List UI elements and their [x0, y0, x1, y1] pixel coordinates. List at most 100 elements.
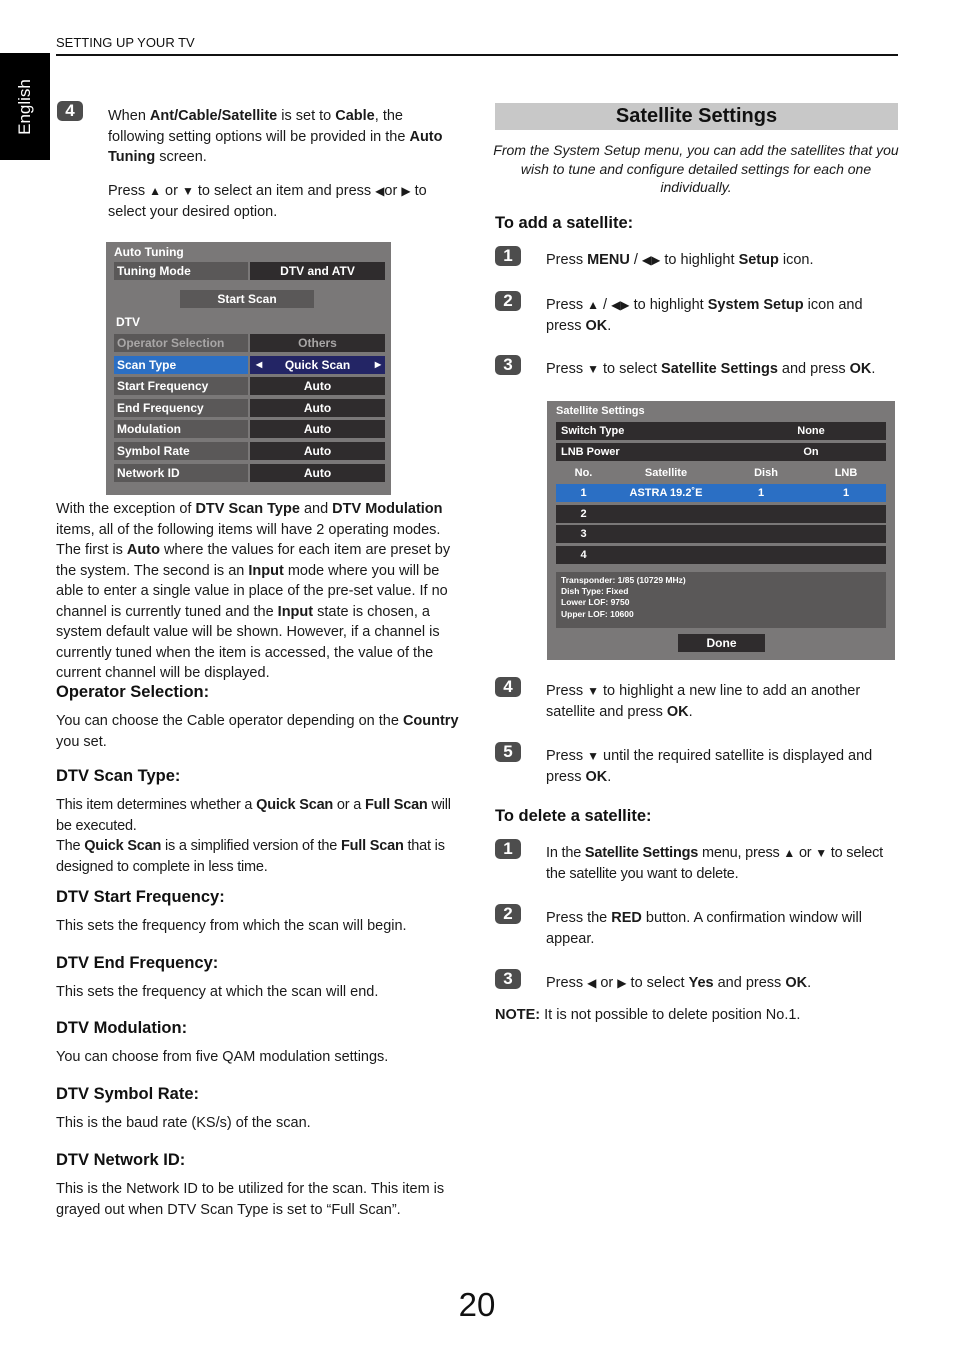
step-badge: 1	[495, 839, 521, 859]
column-header: Dish	[754, 467, 778, 479]
left-right-arrow-icon: ◀▶	[611, 298, 630, 312]
setting-row[interactable]: End Frequency Auto	[114, 399, 385, 417]
setting-row[interactable]: Network ID Auto	[114, 464, 385, 482]
setting-row: Operator Selection Others	[114, 334, 385, 352]
row-label: Start Frequency	[114, 377, 248, 395]
heading-dtv-modulation: DTV Modulation:	[56, 1019, 188, 1037]
transponder-info: Transponder: 1/85 (10729 MHz) Dish Type:…	[556, 572, 886, 628]
row-value: Auto	[250, 464, 385, 482]
step4-instruction: Press ▲ or ▼ to select an item and press…	[108, 183, 427, 220]
operator-selection-text: You can choose the Cable operator depend…	[56, 713, 459, 750]
section-title: Satellite Settings	[495, 103, 898, 130]
heading-delete-satellite: To delete a satellite:	[495, 807, 652, 825]
row-value: On	[803, 446, 819, 458]
satellite-row[interactable]: 3	[556, 525, 886, 543]
row-value-text: Auto	[303, 422, 332, 436]
dtv-network-id-text: This is the Network ID to be utilized fo…	[56, 1181, 445, 1218]
down-arrow-icon: ▼	[587, 362, 599, 376]
down-arrow-icon: ▼	[181, 184, 194, 198]
step-badge: 3	[495, 969, 521, 989]
panel-title: Auto Tuning	[114, 245, 184, 259]
step-badge: 3	[495, 355, 521, 375]
step-badge: 2	[495, 904, 521, 924]
right-arrow-icon: ▶	[401, 184, 411, 198]
row-value: Auto	[250, 420, 385, 438]
cell-satellite: ASTRA 19.2˚E	[629, 487, 703, 499]
exception-paragraph: With the exception of DTV Scan Type and …	[56, 501, 451, 681]
dtv-modulation-text: You can choose from five QAM modulation …	[56, 1049, 389, 1065]
row-value-text: Auto	[303, 379, 332, 393]
row-value: Auto	[250, 377, 385, 395]
setting-row[interactable]: Symbol Rate Auto	[114, 442, 385, 460]
right-arrow-icon[interactable]: ▶	[375, 356, 381, 374]
info-line: Dish Type: Fixed	[561, 586, 629, 597]
setting-row[interactable]: Start Frequency Auto	[114, 377, 385, 395]
column-header: No.	[574, 467, 593, 479]
add-step-4: Press ▼ to highlight a new line to add a…	[546, 683, 861, 720]
satellite-row[interactable]: 2	[556, 505, 886, 523]
heading-dtv-symbol-rate: DTV Symbol Rate:	[56, 1085, 200, 1103]
add-step-5: Press ▼ until the required satellite is …	[546, 748, 873, 785]
left-arrow-icon[interactable]: ◀	[256, 356, 262, 374]
heading-dtv-start-frequency: DTV Start Frequency:	[56, 888, 225, 906]
dtv-start-frequency-text: This sets the frequency from which the s…	[56, 918, 407, 934]
start-scan-button[interactable]: Start Scan	[180, 290, 314, 308]
dtv-end-frequency-text: This sets the frequency at which the sca…	[56, 984, 379, 1000]
step-badge: 4	[57, 101, 83, 121]
setting-row[interactable]: Scan Type Quick Scan ◀ ▶	[114, 356, 385, 374]
dtv-symbol-rate-text: This is the baud rate (KS/s) of the scan…	[56, 1115, 311, 1131]
info-line: Transponder: 1/85 (10729 MHz)	[561, 575, 686, 585]
row-value-text: Auto	[303, 444, 332, 458]
lnb-power-row[interactable]: LNB Power On	[556, 443, 886, 461]
row-value: Auto	[250, 399, 385, 417]
satellite-row[interactable]: 4	[556, 546, 886, 564]
up-arrow-icon: ▲	[587, 298, 599, 312]
left-arrow-icon: ◀	[587, 976, 597, 990]
dtv-section-label: DTV	[116, 315, 140, 329]
row-label: Tuning Mode	[114, 262, 248, 280]
cell-dish: 1	[757, 487, 765, 499]
info-line: Upper LOF: 10600	[561, 608, 634, 619]
step-badge: 5	[495, 742, 521, 762]
row-label: Scan Type	[114, 356, 248, 374]
row-value: Others	[250, 334, 385, 352]
row-label: Operator Selection	[114, 334, 248, 352]
row-value: Auto	[250, 442, 385, 460]
row-label: Switch Type	[561, 425, 625, 437]
heading-dtv-network-id: DTV Network ID:	[56, 1151, 186, 1169]
down-arrow-icon: ▼	[815, 846, 827, 860]
step-badge: 2	[495, 291, 521, 311]
satellite-table-header: No. Satellite Dish LNB	[556, 464, 886, 482]
page-number: 20	[458, 1286, 496, 1323]
cell-no: 3	[580, 528, 587, 540]
satellite-row[interactable]: 1 ASTRA 19.2˚E 1 1	[556, 484, 886, 502]
heading-dtv-end-frequency: DTV End Frequency:	[56, 954, 219, 972]
done-button[interactable]: Done	[678, 634, 765, 652]
add-step-2: Press ▲ / ◀▶ to highlight System Setup i…	[546, 297, 863, 334]
down-arrow-icon: ▼	[587, 749, 599, 763]
heading-operator-selection: Operator Selection:	[56, 683, 210, 701]
row-value-text: Auto	[303, 401, 332, 415]
down-arrow-icon: ▼	[587, 684, 599, 698]
note: NOTE: It is not possible to delete posit…	[495, 1007, 801, 1023]
cell-lnb: 1	[842, 487, 850, 499]
row-value-text: Others	[298, 336, 337, 350]
switch-type-row[interactable]: Switch Type None	[556, 422, 886, 440]
left-right-arrow-icon: ◀▶	[641, 253, 661, 267]
column-header: Satellite	[644, 467, 688, 479]
header-rule	[56, 54, 898, 56]
add-step-1: Press MENU / ◀▶ to highlight Setup icon.	[546, 252, 814, 268]
up-arrow-icon: ▲	[783, 846, 796, 860]
heading-add-satellite: To add a satellite:	[495, 214, 634, 232]
info-line: Lower LOF: 9750	[561, 597, 630, 608]
tuning-mode-row[interactable]: Tuning Mode DTV and ATV	[114, 262, 385, 280]
dtv-scan-type-text: This item determines whether a Quick Sca…	[56, 797, 451, 875]
row-label: Symbol Rate	[114, 442, 248, 460]
delete-step-3: Press ◀ or ▶ to select Yes and press OK.	[546, 975, 812, 991]
section-intro: From the System Setup menu, you can add …	[493, 142, 899, 195]
auto-tuning-panel: Auto Tuning Tuning Mode DTV and ATV Star…	[106, 242, 391, 495]
setting-row[interactable]: Modulation Auto	[114, 420, 385, 438]
step-badge: 4	[495, 677, 521, 697]
row-value-text: Quick Scan	[284, 358, 351, 372]
row-label: Modulation	[114, 420, 248, 438]
